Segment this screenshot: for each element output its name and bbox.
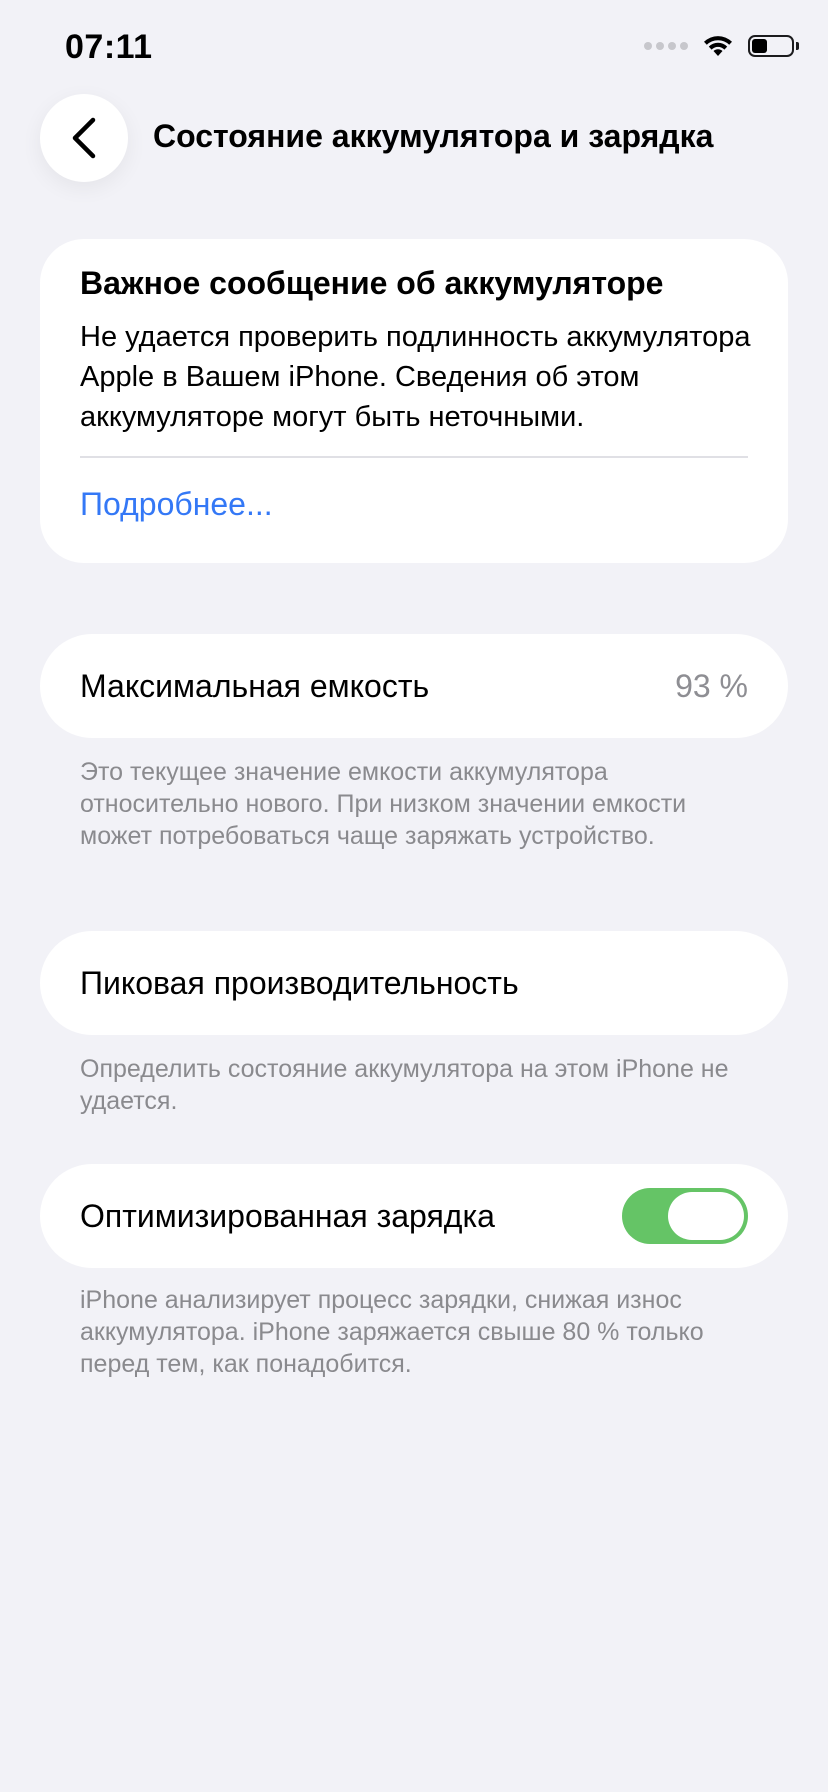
- status-icons: [644, 34, 799, 58]
- status-time: 07:11: [65, 28, 153, 66]
- battery-fill: [752, 39, 767, 53]
- max-capacity-row: Максимальная емкость 93 %: [40, 634, 788, 738]
- navigation-bar: Состояние аккумулятора и зарядка: [0, 94, 828, 186]
- message-title: Важное сообщение об аккумуляторе: [80, 265, 664, 301]
- battery-icon: [748, 35, 799, 57]
- page-title: Состояние аккумулятора и зарядка: [153, 118, 714, 154]
- battery-message-card: Важное сообщение об аккумуляторе Не удае…: [40, 239, 788, 563]
- optimized-charging-toggle[interactable]: [622, 1188, 748, 1244]
- cellular-signal-icon: [644, 42, 688, 50]
- optimized-charging-row: Оптимизированная зарядка: [40, 1164, 788, 1268]
- learn-more-link[interactable]: Подробнее...: [80, 486, 748, 523]
- optimized-charging-label: Оптимизированная зарядка: [80, 1197, 495, 1234]
- peak-performance-footnote: Определить состояние аккумулятора на это…: [80, 1055, 729, 1115]
- toggle-knob: [668, 1192, 744, 1240]
- back-button[interactable]: [40, 94, 128, 182]
- wifi-icon: [704, 36, 732, 56]
- status-bar: 07:11: [0, 0, 828, 100]
- message-body: Не удается проверить подлинность аккумул…: [80, 321, 751, 433]
- max-capacity-label: Максимальная емкость: [80, 667, 430, 704]
- chevron-left-icon: [72, 117, 96, 159]
- max-capacity-footnote: Это текущее значение емкости аккумулятор…: [80, 758, 687, 850]
- peak-performance-label: Пиковая производительность: [80, 964, 519, 1001]
- optimized-charging-footnote: iPhone анализирует процесс зарядки, сниж…: [80, 1286, 704, 1378]
- peak-performance-row: Пиковая производительность: [40, 931, 788, 1035]
- divider: [80, 456, 748, 458]
- max-capacity-value: 93 %: [675, 667, 748, 704]
